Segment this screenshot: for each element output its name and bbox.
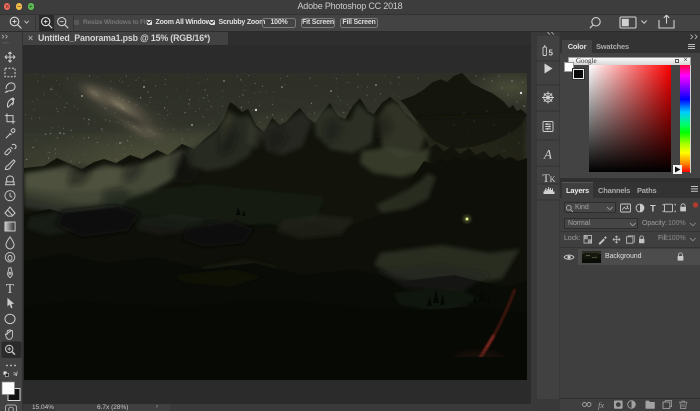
svg-text:5: 5 [549, 48, 554, 57]
svg-text:T: T [6, 280, 14, 295]
svg-text:T: T [650, 203, 656, 214]
svg-text:K: K [550, 175, 556, 184]
svg-text:fx: fx [598, 399, 604, 409]
svg-text:A: A [543, 146, 552, 161]
